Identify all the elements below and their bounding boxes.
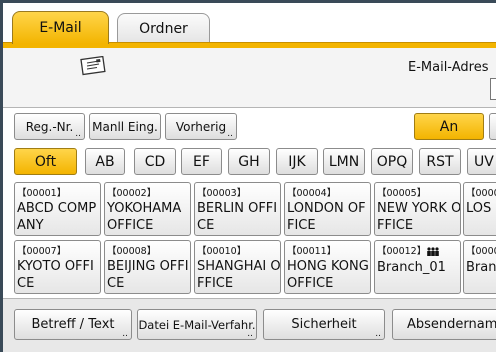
group-icon (427, 247, 440, 256)
entry-name: BEIJING OFFICE (107, 259, 189, 291)
entry-number: 【00002】 (107, 188, 157, 199)
tab-folder-label: Ordner (139, 21, 188, 37)
entry-name: YOKOHAMA OFFICE (107, 201, 182, 233)
subject-text-label: Betreff / Text (31, 317, 115, 332)
alpha-label: GH (238, 153, 260, 170)
destination-tile[interactable]: 【00003】 BERLIN OFFICE (194, 182, 281, 236)
entry-name: BERLIN OFFICE (197, 201, 278, 233)
subject-text-button[interactable]: Betreff / Text.. (14, 309, 132, 340)
entry-number: 【00004】 (287, 188, 337, 199)
destination-tile[interactable]: 【0000 LOS (463, 182, 496, 236)
entry-name: LONDON OFFICE (287, 201, 366, 233)
tab-frequent[interactable]: Oft (14, 148, 77, 175)
alpha-label: EF (193, 153, 210, 170)
entry-number: 【0000 (466, 188, 496, 199)
more-icon: .. (227, 129, 233, 139)
entry-number: 【00010】 (197, 246, 247, 257)
entry-name: LOS (466, 201, 492, 216)
alpha-label: AB (95, 153, 115, 170)
destination-tile[interactable]: 【00007】 KYOTO OFFICE (14, 240, 101, 294)
entry-name: HONG KONG OFFICE (287, 259, 369, 291)
tab-email-label: E-Mail (39, 20, 82, 36)
tab-email[interactable]: E-Mail (12, 11, 109, 44)
entry-number: 【00008】 (107, 246, 157, 257)
security-label: Sicherheit (291, 317, 357, 332)
entry-number-text: 【00012】 (377, 246, 427, 257)
destination-tile[interactable]: 【00012】 Branch_01 (374, 240, 461, 294)
destination-tile[interactable]: 【0000 Bran (463, 240, 496, 294)
file-email-method-button[interactable]: Datei E-Mail-Verfahr... (137, 309, 257, 340)
entry-number: 【00011】 (287, 246, 337, 257)
mail-icon (80, 56, 106, 76)
more-icon: .. (75, 129, 81, 139)
tab-uv[interactable]: UV (467, 148, 496, 175)
to-label: An (439, 118, 459, 135)
sender-name-button[interactable]: Absendername (392, 309, 496, 340)
tab-gh[interactable]: GH (228, 148, 270, 175)
entry-name: ABCD COMPANY (17, 201, 97, 233)
more-icon: .. (122, 329, 128, 339)
tab-ab[interactable]: AB (85, 148, 125, 175)
alpha-label: OPQ (376, 153, 408, 170)
entry-number: 【00007】 (17, 246, 67, 257)
to-button[interactable]: An (414, 113, 484, 140)
alpha-label: IJK (288, 153, 306, 170)
alpha-label: CD (144, 153, 166, 170)
entry-number: 【00012】 (377, 243, 440, 257)
tab-ijk[interactable]: IJK (276, 148, 318, 175)
file-email-method-label: Datei E-Mail-Verfahr. (138, 317, 256, 332)
email-address-label: E-Mail-Adres (408, 60, 489, 75)
security-button[interactable]: Sicherheit.. (263, 309, 385, 340)
entry-name: NEW YORK OFFICE (377, 201, 461, 233)
alpha-label: UV (474, 153, 494, 170)
destination-tile[interactable]: 【00010】 SHANGHAI OFFICE (194, 240, 281, 294)
entry-number: 【00001】 (17, 188, 67, 199)
destination-tile[interactable]: 【00011】 HONG KONG OFFICE (284, 240, 371, 294)
reg-nr-button[interactable]: Reg.-Nr... (14, 113, 85, 140)
sender-name-label: Absendername (407, 317, 496, 332)
alpha-label: LMN (328, 153, 360, 170)
tab-opq[interactable]: OPQ (371, 148, 413, 175)
address-info-area: E-Mail-Adres (3, 48, 496, 108)
more-icon: .. (375, 329, 381, 339)
tab-lmn[interactable]: LMN (323, 148, 365, 175)
reg-nr-label: Reg.-Nr. (25, 119, 74, 134)
alpha-label: RST (426, 153, 454, 170)
destination-tile[interactable]: 【00001】 ABCD COMPANY (14, 182, 101, 236)
email-address-field[interactable] (490, 78, 496, 100)
entry-name: Branch_01 (377, 260, 446, 275)
destination-tile[interactable]: 【00004】 LONDON OFFICE (284, 182, 371, 236)
tab-rst[interactable]: RST (419, 148, 461, 175)
destination-tile[interactable]: 【00005】 NEW YORK OFFICE (374, 182, 461, 236)
entry-name: Bran (466, 260, 496, 275)
destination-tile[interactable]: 【00002】 YOKOHAMA OFFICE (104, 182, 191, 236)
previous-button[interactable]: Vorherig.. (165, 113, 237, 140)
entry-name: KYOTO OFFICE (17, 259, 94, 291)
tab-ef[interactable]: EF (181, 148, 222, 175)
tab-cd[interactable]: CD (134, 148, 176, 175)
entry-number: 【0000 (466, 246, 496, 257)
entry-name: SHANGHAI OFFICE (197, 259, 281, 291)
cc-button[interactable] (489, 113, 496, 140)
tab-folder[interactable]: Ordner (117, 13, 210, 44)
more-icon: .. (247, 329, 253, 339)
entry-number: 【00005】 (377, 188, 427, 199)
manual-entry-label: Manll Eing. (92, 119, 158, 134)
entry-number: 【00003】 (197, 188, 247, 199)
manual-entry-button[interactable]: Manll Eing. (89, 113, 161, 140)
alpha-label: Oft (34, 153, 57, 170)
previous-label: Vorherig (175, 119, 227, 134)
destination-tile[interactable]: 【00008】 BEIJING OFFICE (104, 240, 191, 294)
